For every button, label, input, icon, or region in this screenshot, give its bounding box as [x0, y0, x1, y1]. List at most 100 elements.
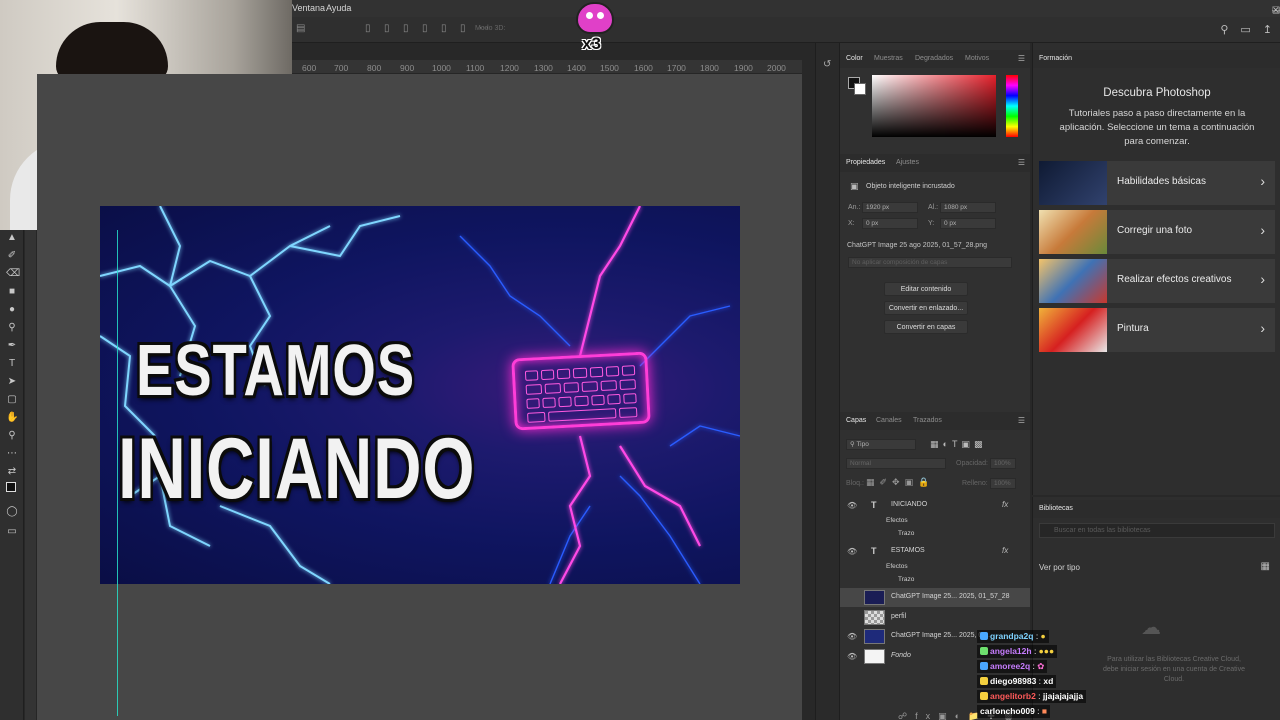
layer-filter-icons[interactable]: ▦◐T▣▩ [930, 439, 986, 450]
tab-trazados[interactable]: Trazados [913, 417, 942, 424]
text-layer-icon: T [871, 546, 877, 556]
close-icon[interactable]: ✕ [1272, 5, 1280, 16]
height-label: Al.: [928, 204, 939, 211]
align-middle-icon[interactable]: ▯ [441, 23, 451, 35]
history-brush-icon[interactable]: ✐ [6, 250, 18, 262]
foreground-color-swatch[interactable] [6, 482, 16, 492]
align-center-icon[interactable]: ▯ [384, 23, 394, 35]
search-icon[interactable]: ⚲ [1220, 23, 1228, 36]
convert-layers-button[interactable]: Convertir en capas [884, 320, 968, 334]
layer-stroke-label[interactable]: Trazo [898, 576, 914, 583]
visibility-eye-icon[interactable]: 👁 [847, 652, 857, 661]
layer-row-selected[interactable]: ChatGPT Image 25... 2025, 01_57_28 [840, 588, 1030, 607]
convert-linked-button[interactable]: Convertir en enlazado... [884, 301, 968, 315]
layer-row[interactable]: 👁 T INICIANDO fx [840, 496, 1030, 515]
canvas-text-estamos[interactable]: ESTAMOS [136, 330, 415, 412]
learn-card-creative-effects[interactable]: Realizar efectos creativos › [1039, 259, 1275, 303]
panel-menu-icon[interactable]: ☰ [1018, 158, 1025, 167]
background-swatch[interactable] [854, 83, 866, 95]
chat-username: diego98983 [990, 676, 1037, 686]
blend-mode-select[interactable]: Normal [846, 458, 946, 469]
share-icon[interactable]: ↥ [1263, 23, 1272, 36]
libraries-panel: Bibliotecas Buscar en todas las bibliote… [1032, 497, 1280, 720]
stamp-tool-icon[interactable]: ▲ [6, 232, 18, 244]
tab-motivos[interactable]: Motivos [965, 55, 989, 62]
panel-menu-icon[interactable]: ☰ [1018, 54, 1025, 63]
guide-line[interactable] [117, 230, 118, 716]
learn-card-basic-skills[interactable]: Habilidades básicas › [1039, 161, 1275, 205]
mascot-eye-left [586, 12, 593, 19]
opacity-label: Opacidad: [956, 460, 988, 467]
screen-mode-icon[interactable]: ▭ [6, 526, 18, 538]
layer-stroke-label[interactable]: Trazo [898, 530, 914, 537]
y-field[interactable]: 0 px [940, 218, 996, 229]
grid-view-icon[interactable]: ▦ [1261, 561, 1270, 572]
hand-tool-icon[interactable]: ✋ [6, 412, 18, 424]
move-options-icon[interactable]: ▤ [296, 23, 306, 35]
neon-keyboard-icon [511, 351, 651, 431]
color-swatches[interactable] [848, 77, 866, 95]
color-picker-field[interactable] [872, 75, 996, 137]
dodge-tool-icon[interactable]: ⚲ [6, 322, 18, 334]
layer-effects-badge[interactable]: fx [1002, 546, 1008, 555]
align-left-icon[interactable]: ▯ [365, 23, 375, 35]
fill-field[interactable]: 100% [990, 478, 1016, 489]
lock-icons[interactable]: ▦✐✥▣🔒 [866, 477, 934, 488]
layer-row[interactable]: 👁 T ESTAMOS fx [840, 542, 1030, 561]
gradient-tool-icon[interactable]: ■ [6, 286, 18, 298]
align-top-icon[interactable]: ▯ [422, 23, 432, 35]
shape-tool-icon[interactable]: ▢ [6, 394, 18, 406]
options-right-icons: ⚲ ▭ ↥ [1220, 23, 1272, 36]
canvas-text-iniciando[interactable]: INICIANDO [118, 420, 475, 519]
layer-filter-select[interactable]: ⚲ Tipo [846, 439, 916, 450]
creative-cloud-icon: ☁ [1141, 617, 1161, 639]
tab-capas[interactable]: Capas [846, 417, 866, 424]
hue-slider[interactable] [1006, 75, 1018, 137]
path-select-icon[interactable]: ➤ [6, 376, 18, 388]
blur-tool-icon[interactable]: ● [6, 304, 18, 316]
tab-degradados[interactable]: Degradados [915, 55, 953, 62]
layer-effects-label[interactable]: Efectos [886, 517, 908, 524]
height-field[interactable]: 1080 px [940, 202, 996, 213]
learn-card-painting[interactable]: Pintura › [1039, 308, 1275, 352]
layer-comp-select[interactable]: No aplicar composición de capas [848, 257, 1012, 268]
horizontal-ruler[interactable]: 600 700 800 900 1000 1100 1200 1300 1400… [292, 60, 802, 74]
more-tools-icon[interactable]: ⋯ [6, 448, 18, 460]
swap-colors-icon[interactable]: ⇄ [6, 466, 18, 478]
menu-ventana[interactable]: Ventana [292, 3, 325, 13]
tab-color[interactable]: Color [846, 55, 863, 62]
menu-ayuda[interactable]: Ayuda [326, 3, 351, 13]
chat-username: grandpa2q [990, 631, 1034, 641]
tab-formacion[interactable]: Formación [1039, 55, 1072, 62]
chat-text: xd [1043, 676, 1054, 686]
tab-bibliotecas[interactable]: Bibliotecas [1039, 505, 1073, 512]
edit-contents-button[interactable]: Editar contenido [884, 282, 968, 296]
learn-card-fix-photo[interactable]: Corregir una foto › [1039, 210, 1275, 254]
layer-row[interactable]: perfil [840, 608, 1030, 627]
panel-menu-icon[interactable]: ☰ [1018, 416, 1025, 425]
view-by-type-select[interactable]: Ver por tipo [1039, 563, 1080, 572]
x-field[interactable]: 0 px [862, 218, 918, 229]
tab-muestras[interactable]: Muestras [874, 55, 903, 62]
quick-mask-icon[interactable]: ◯ [6, 506, 18, 518]
zoom-tool-icon[interactable]: ⚲ [6, 430, 18, 442]
opacity-field[interactable]: 100% [990, 458, 1016, 469]
layer-effects-badge[interactable]: fx [1002, 500, 1008, 509]
width-field[interactable]: 1920 px [862, 202, 918, 213]
layer-effects-label[interactable]: Efectos [886, 563, 908, 570]
align-right-icon[interactable]: ▯ [403, 23, 413, 35]
visibility-eye-icon[interactable]: 👁 [847, 547, 857, 556]
vertical-ruler[interactable] [25, 230, 37, 720]
align-bottom-icon[interactable]: ▯ [460, 23, 470, 35]
visibility-eye-icon[interactable]: 👁 [847, 632, 857, 641]
eraser-tool-icon[interactable]: ⌫ [6, 268, 20, 280]
libraries-search-input[interactable]: Buscar en todas las bibliotecas [1039, 523, 1275, 538]
visibility-eye-icon[interactable]: 👁 [847, 501, 857, 510]
tab-canales[interactable]: Canales [876, 417, 902, 424]
workspace-icon[interactable]: ▭ [1240, 23, 1250, 36]
tab-ajustes[interactable]: Ajustes [896, 159, 919, 166]
tab-propiedades[interactable]: Propiedades [846, 159, 885, 166]
history-panel-icon[interactable]: ↺ [823, 59, 831, 70]
pen-tool-icon[interactable]: ✒ [6, 340, 18, 352]
type-tool-icon[interactable]: T [6, 358, 18, 370]
